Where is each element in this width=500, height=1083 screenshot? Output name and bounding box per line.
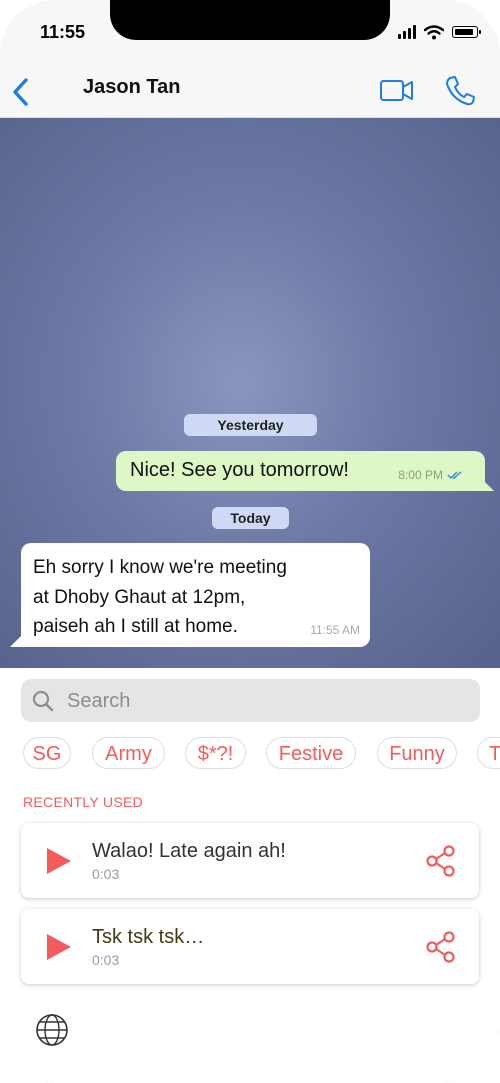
date-separator-today: Today — [212, 507, 289, 529]
incoming-message-line: at Dhoby Ghaut at 12pm, — [33, 586, 246, 608]
category-chips[interactable]: SG Army $*?! Festive Funny T — [0, 737, 500, 771]
video-call-button[interactable] — [375, 74, 419, 106]
incoming-message-time: 11:55 AM — [310, 623, 360, 637]
notch — [110, 0, 390, 40]
search-bar[interactable] — [21, 679, 480, 722]
sound-title: Tsk tsk tsk… — [92, 926, 205, 948]
outgoing-message[interactable]: Nice! See you tomorrow! 8:00 PM — [116, 451, 494, 491]
incoming-message-text: Eh sorry I know we're meeting at Dhoby G… — [33, 553, 348, 642]
battery-icon — [452, 26, 481, 38]
sound-item[interactable]: Tsk tsk tsk… 0:03 — [21, 909, 479, 984]
wifi-icon — [424, 24, 444, 39]
share-icon[interactable] — [425, 930, 459, 964]
category-chip-expletive[interactable]: $*?! — [185, 737, 246, 769]
status-time: 11:55 — [40, 22, 86, 42]
contact-name[interactable]: Jason Tan — [83, 76, 180, 99]
play-icon[interactable] — [43, 846, 75, 876]
chat-header: Jason Tan — [0, 62, 500, 118]
chevron-left-icon — [13, 78, 28, 106]
category-chip-partial[interactable]: T — [477, 737, 500, 769]
video-camera-icon — [380, 80, 413, 101]
cellular-signal-icon — [398, 25, 416, 39]
status-bar: 11:55 — [0, 0, 500, 62]
double-check-icon — [447, 471, 462, 479]
sound-keyboard: SG Army $*?! Festive Funny T RECENTLY US… — [0, 668, 500, 1083]
sound-duration: 0:03 — [92, 866, 120, 882]
date-separator-yesterday: Yesterday — [184, 414, 317, 436]
phone-icon — [446, 76, 475, 106]
recently-used-heading: RECENTLY USED — [23, 794, 144, 810]
battery-level — [454, 28, 473, 35]
share-icon[interactable] — [425, 844, 459, 878]
globe-icon — [36, 1014, 68, 1046]
outgoing-message-text: Nice! See you tomorrow! — [130, 459, 349, 481]
keyboard-switch-button[interactable] — [34, 1012, 70, 1048]
incoming-message-line: paiseh ah I still at home. — [33, 616, 238, 637]
category-chip-sg[interactable]: SG — [23, 737, 71, 769]
category-chip-army[interactable]: Army — [92, 737, 165, 769]
outgoing-message-meta: 8:00 PM — [398, 468, 463, 482]
category-chip-funny[interactable]: Funny — [377, 737, 457, 769]
sound-duration: 0:03 — [92, 952, 120, 968]
sound-item[interactable]: Walao! Late again ah! 0:03 — [21, 823, 479, 898]
phone-screen: 11:55 Jason Tan Yesterday Nice! See you … — [0, 0, 500, 1083]
sound-title: Walao! Late again ah! — [92, 840, 286, 862]
outgoing-message-time: 8:00 PM — [398, 468, 443, 482]
search-input[interactable] — [65, 687, 469, 715]
category-chip-festive[interactable]: Festive — [266, 737, 356, 769]
status-icons — [398, 22, 481, 42]
incoming-message[interactable]: Eh sorry I know we're meeting at Dhoby G… — [10, 543, 370, 647]
voice-call-button[interactable] — [440, 70, 480, 110]
incoming-message-line: Eh sorry I know we're meeting — [33, 557, 287, 578]
search-icon — [32, 690, 54, 712]
chat-messages[interactable]: Yesterday Nice! See you tomorrow! 8:00 P… — [0, 118, 500, 668]
play-icon[interactable] — [43, 932, 75, 962]
back-button[interactable] — [6, 70, 42, 110]
